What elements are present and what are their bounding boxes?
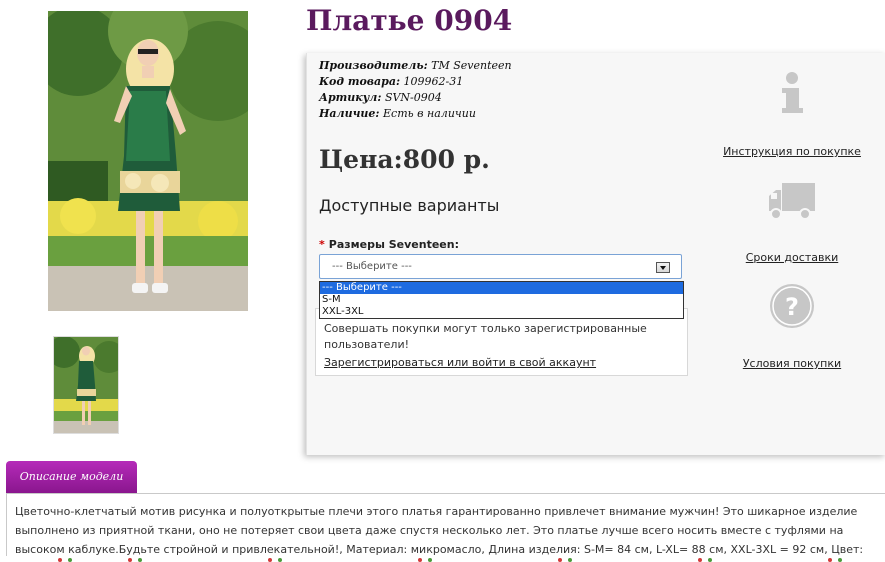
manufacturer-row: Производитель: TM Seventeen	[319, 58, 512, 74]
size-option[interactable]: S-M	[320, 294, 683, 306]
chevron-down-icon[interactable]	[656, 262, 670, 273]
availability-value: Есть в наличии	[383, 107, 476, 120]
sidebar-item-label[interactable]: Сроки доставки	[722, 251, 862, 264]
description-text: Цветочно-клетчатый мотив рисунка и полуо…	[6, 493, 885, 562]
size-select-value: --- Выберите ---	[332, 261, 412, 272]
product-title: Платье 0904	[306, 4, 513, 37]
sidebar-item-instructions[interactable]: Инструкция по покупке	[722, 71, 862, 158]
product-price: Цена:800 р.	[319, 145, 490, 174]
article-row: Артикул: SVN-0904	[319, 90, 512, 106]
login-notice-text: Совершать покупки могут только зарегистр…	[324, 322, 647, 351]
tab-description[interactable]: Описание модели	[6, 461, 137, 493]
product-info: Производитель: TM Seventeen Код товара: …	[319, 58, 512, 122]
sidebar-item-label[interactable]: Инструкция по покупке	[722, 145, 862, 158]
manufacturer-value: TM Seventeen	[431, 59, 512, 72]
size-option[interactable]: --- Выберите ---	[320, 282, 683, 294]
availability-label: Наличие:	[319, 107, 380, 120]
sidebar-item-terms[interactable]: ? Условия покупки	[722, 283, 862, 370]
product-code-value: 109962-31	[403, 75, 464, 88]
size-label: * Размеры Seventeen:	[319, 238, 459, 251]
sidebar-item-label[interactable]: Условия покупки	[722, 357, 862, 370]
sidebar-item-delivery[interactable]: Сроки доставки	[722, 180, 862, 264]
variants-heading: Доступные варианты	[319, 196, 500, 215]
size-options-dropdown[interactable]: --- Выберите --- S-M XXL-3XL	[319, 281, 684, 319]
thumbnail-photo	[54, 337, 118, 433]
product-panel: Производитель: TM Seventeen Код товара: …	[306, 53, 885, 455]
svg-text:?: ?	[785, 293, 799, 321]
info-icon	[782, 72, 803, 113]
availability-row: Наличие: Есть в наличии	[319, 106, 512, 122]
size-select[interactable]: --- Выберите ---	[319, 254, 682, 279]
required-mark: *	[319, 238, 325, 251]
article-label: Артикул:	[319, 91, 382, 104]
size-label-text: Размеры Seventeen:	[328, 238, 459, 251]
article-value: SVN-0904	[384, 91, 442, 104]
login-register-link[interactable]: Зарегистрироваться или войти в свой акка…	[324, 355, 687, 371]
truck-icon	[769, 183, 815, 220]
manufacturer-label: Производитель:	[319, 59, 428, 72]
product-code-row: Код товара: 109962-31	[319, 74, 512, 90]
question-icon: ?	[770, 284, 814, 328]
product-thumbnail[interactable]	[53, 336, 119, 434]
size-option[interactable]: XXL-3XL	[320, 306, 683, 318]
product-main-image[interactable]	[48, 11, 248, 311]
product-code-label: Код товара:	[319, 75, 401, 88]
decorative-border	[0, 556, 885, 562]
product-photo	[48, 11, 248, 311]
